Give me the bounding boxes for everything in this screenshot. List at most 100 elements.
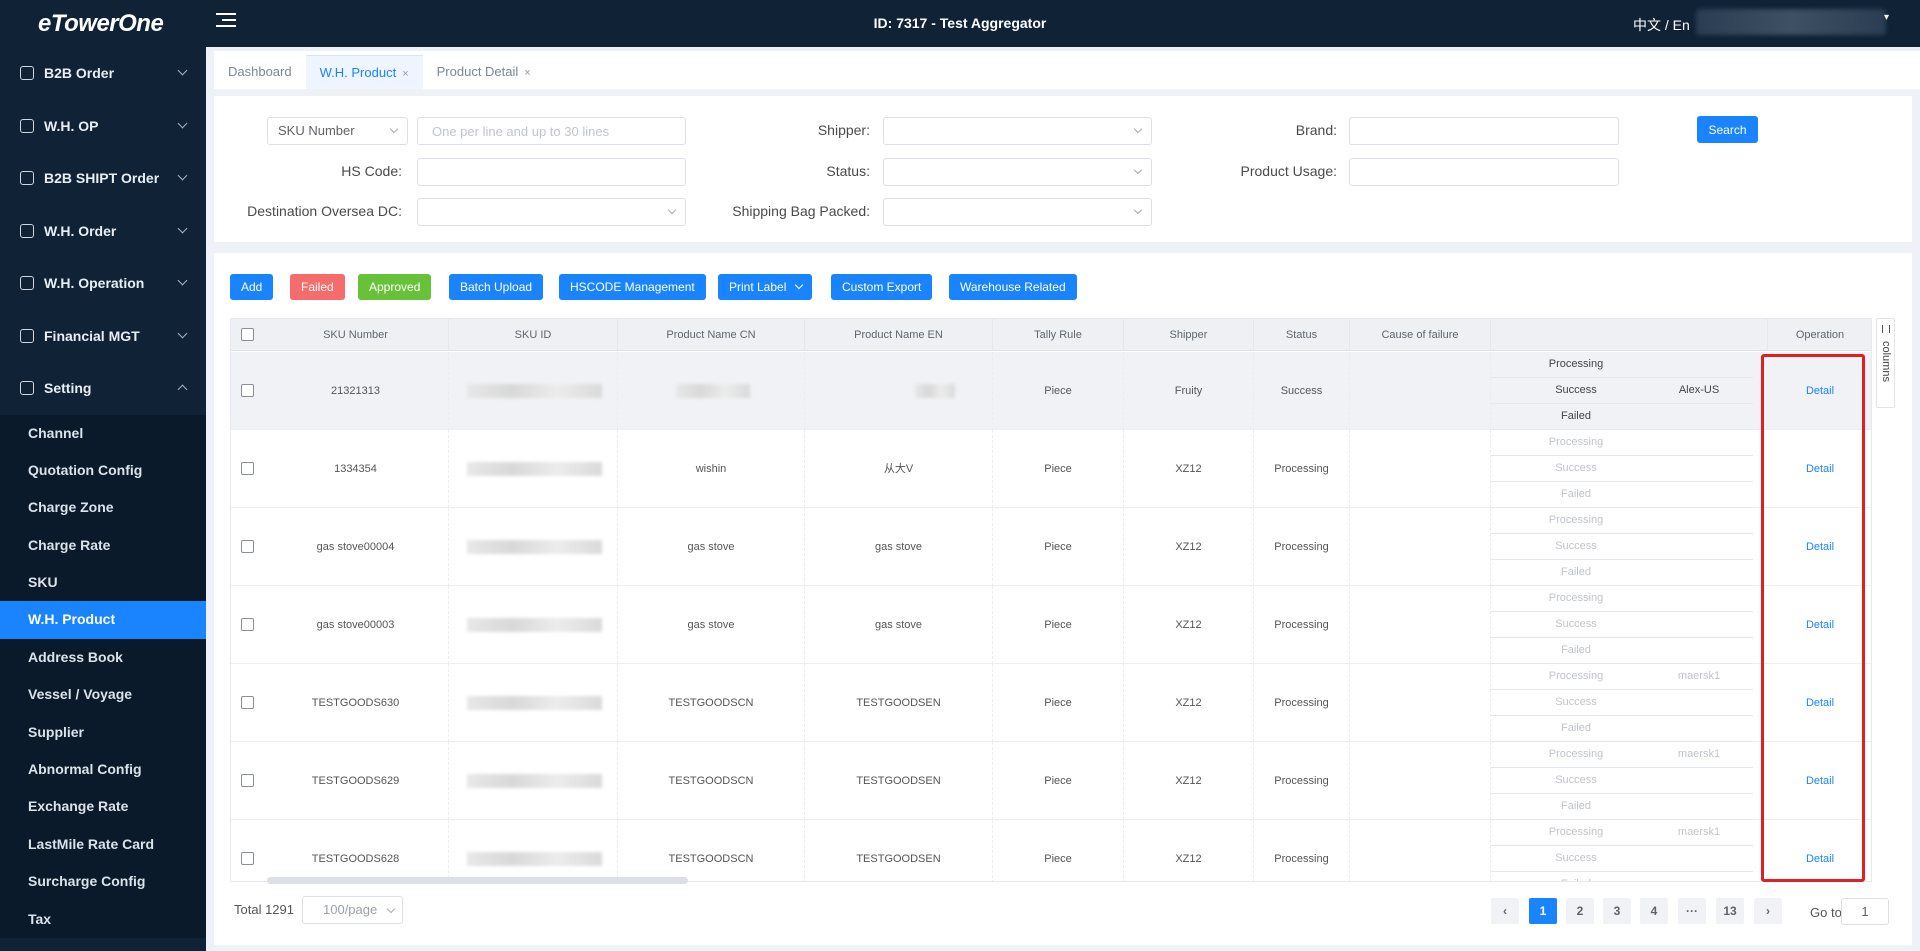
- row-checkbox[interactable]: [241, 462, 254, 475]
- table-row[interactable]: TESTGOODS628 TESTGOODSCN TESTGOODSEN Piece X…: [231, 820, 1871, 881]
- page-3-button[interactable]: 3: [1603, 898, 1631, 924]
- detail-link[interactable]: Detail: [1806, 775, 1834, 787]
- cause-of-failure-cell: [1350, 742, 1491, 820]
- row-checkbox[interactable]: [241, 618, 254, 631]
- status-cell: Processing: [1254, 508, 1350, 586]
- product-usage-input[interactable]: [1349, 158, 1619, 186]
- sidebar-item-exchange-rate[interactable]: Exchange Rate: [0, 788, 206, 825]
- row-checkbox[interactable]: [241, 852, 254, 865]
- sidebar-item-lastmile-rate-card[interactable]: LastMile Rate Card: [0, 826, 206, 863]
- app-logo[interactable]: eTowerOne: [38, 10, 164, 38]
- detail-link[interactable]: Detail: [1806, 853, 1834, 865]
- user-menu[interactable]: [1696, 9, 1886, 35]
- row-checkbox[interactable]: [241, 696, 254, 709]
- sku-type-select[interactable]: SKU Number: [267, 117, 408, 145]
- sidebar: B2B Order W.H. OP B2B SHIPT Order W.H. Orde…: [0, 47, 206, 951]
- sidebar-item-w-h-product[interactable]: W.H. Product: [0, 601, 206, 639]
- brand-input[interactable]: [1349, 117, 1619, 145]
- detail-link[interactable]: Detail: [1806, 619, 1834, 631]
- tab-dashboard[interactable]: Dashboard: [214, 55, 306, 89]
- page-13-button[interactable]: 13: [1716, 898, 1744, 924]
- sidebar-group-wh-operation[interactable]: W.H. Operation: [0, 257, 206, 310]
- add-button[interactable]: Add: [230, 274, 274, 300]
- shipping-bag-label: Shipping Bag Packed:: [732, 203, 870, 219]
- sidebar-item-supplier[interactable]: Supplier: [0, 714, 206, 751]
- sidebar-group-b2b-order[interactable]: B2B Order: [0, 47, 206, 100]
- sidebar-group-wh-op[interactable]: W.H. OP: [0, 100, 206, 153]
- sidebar-item-address-book[interactable]: Address Book: [0, 639, 206, 676]
- tab-product-detail[interactable]: Product Detail ×: [423, 55, 545, 89]
- close-icon[interactable]: ×: [524, 67, 530, 79]
- batch-upload-button[interactable]: Batch Upload: [449, 274, 544, 300]
- detail-link[interactable]: Detail: [1806, 541, 1834, 553]
- sidebar-item-surcharge-config[interactable]: Surcharge Config: [0, 863, 206, 900]
- language-switch[interactable]: 中文 / En: [1633, 15, 1690, 35]
- tally-rule-cell: Piece: [993, 508, 1124, 586]
- shipping-bag-select[interactable]: [883, 198, 1152, 226]
- columns-toggle[interactable]: columns: [1876, 318, 1895, 408]
- page-4-button[interactable]: 4: [1640, 898, 1668, 924]
- sku-number-cell: TESTGOODS629: [263, 742, 449, 820]
- row-checkbox[interactable]: [241, 540, 254, 553]
- hscode-management-button[interactable]: HSCODE Management: [559, 274, 706, 300]
- status-breakdown-shipper: maersk1: [1677, 748, 1721, 760]
- status-select[interactable]: [883, 158, 1152, 186]
- table-row[interactable]: 21321313 Piece Fruity Success Processing Succ…: [231, 352, 1871, 430]
- table-row[interactable]: gas stove00004 gas stove gas stove Piece XZ1…: [231, 508, 1871, 586]
- print-label-button[interactable]: Print Label: [718, 274, 813, 300]
- table-header: SKU Number SKU ID Product Name CN Product N…: [231, 319, 1871, 351]
- status-breakdown-label: Processing: [1548, 826, 1604, 838]
- detail-link[interactable]: Detail: [1806, 385, 1834, 397]
- sidebar-item-channel[interactable]: Channel: [0, 415, 206, 452]
- sidebar-item-tax[interactable]: Tax: [0, 901, 206, 938]
- chevron-down-icon: [1133, 165, 1143, 175]
- warehouse-related-button[interactable]: Warehouse Related: [949, 274, 1077, 300]
- chevron-down-icon: [177, 223, 188, 233]
- sidebar-group-financial-mgt[interactable]: Financial MGT: [0, 310, 206, 363]
- sku-number-cell: TESTGOODS628: [263, 820, 449, 881]
- table-row[interactable]: TESTGOODS630 TESTGOODSCN TESTGOODSEN Piece X…: [231, 664, 1871, 742]
- goto-page-input[interactable]: [1841, 898, 1889, 925]
- table-row[interactable]: 1334354 wishin 从大V Piece XZ12 Processing Proce…: [231, 430, 1871, 508]
- hs-code-input[interactable]: [417, 158, 686, 186]
- status-breakdown-label: Success: [1555, 852, 1597, 864]
- status-breakdown: Processing Success Alex-US Failed: [1491, 352, 1768, 430]
- approved-button[interactable]: Approved: [358, 274, 432, 300]
- page-1-button[interactable]: 1: [1529, 898, 1557, 924]
- sidebar-group-setting[interactable]: Setting: [0, 362, 206, 415]
- failed-button[interactable]: Failed: [290, 274, 345, 300]
- col-header-cause-of-failure: Cause of failure: [1350, 319, 1491, 351]
- close-icon[interactable]: ×: [402, 68, 408, 80]
- sidebar-item-vessel-voyage[interactable]: Vessel / Voyage: [0, 676, 206, 713]
- sku-search-input[interactable]: [417, 117, 686, 145]
- next-page-button[interactable]: ›: [1754, 898, 1782, 924]
- table-row[interactable]: gas stove00003 gas stove gas stove Piece XZ1…: [231, 586, 1871, 664]
- menu-toggle-icon[interactable]: [216, 13, 236, 31]
- row-checkbox[interactable]: [241, 774, 254, 787]
- select-all-checkbox[interactable]: [241, 328, 254, 341]
- page-2-button[interactable]: 2: [1566, 898, 1594, 924]
- sidebar-item-sku[interactable]: SKU: [0, 564, 206, 601]
- status-breakdown-label: Processing: [1548, 592, 1604, 604]
- prev-page-button[interactable]: ‹: [1491, 898, 1519, 924]
- tab-wh-product[interactable]: W.H. Product ×: [305, 55, 423, 89]
- row-checkbox[interactable]: [241, 384, 254, 397]
- custom-export-button[interactable]: Custom Export: [831, 274, 933, 300]
- horizontal-scrollbar[interactable]: [267, 877, 688, 884]
- more-pages-button[interactable]: ···: [1678, 898, 1706, 924]
- sidebar-group-b2b-shipt-order[interactable]: B2B SHIPT Order: [0, 152, 206, 205]
- page-size-select[interactable]: 100/page: [302, 896, 403, 924]
- sidebar-item-charge-rate[interactable]: Charge Rate: [0, 527, 206, 564]
- user-caret-icon[interactable]: ▾: [1884, 12, 1889, 23]
- print-label-text: Print Label: [729, 280, 787, 294]
- sidebar-group-wh-order[interactable]: W.H. Order: [0, 205, 206, 258]
- search-button[interactable]: Search: [1697, 116, 1758, 143]
- table-row[interactable]: TESTGOODS629 TESTGOODSCN TESTGOODSEN Piece X…: [231, 742, 1871, 820]
- sidebar-item-abnormal-config[interactable]: Abnormal Config: [0, 751, 206, 788]
- detail-link[interactable]: Detail: [1806, 463, 1834, 475]
- sidebar-item-charge-zone[interactable]: Charge Zone: [0, 489, 206, 526]
- sidebar-item-quotation-config[interactable]: Quotation Config: [0, 452, 206, 489]
- shipper-select[interactable]: [883, 117, 1152, 145]
- detail-link[interactable]: Detail: [1806, 697, 1834, 709]
- destination-dc-select[interactable]: [417, 198, 686, 226]
